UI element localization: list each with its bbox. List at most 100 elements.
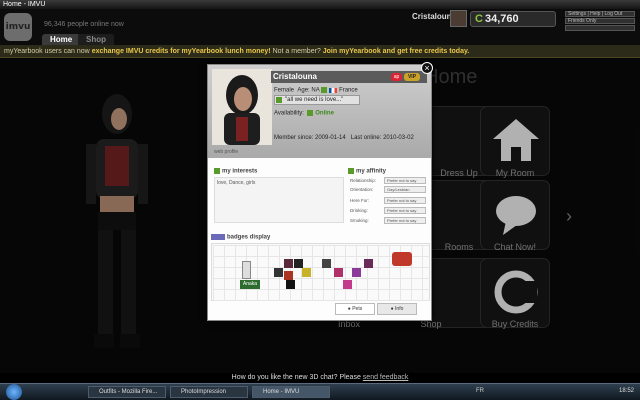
imvu-logo[interactable]: imvu bbox=[4, 13, 32, 41]
badge-item[interactable] bbox=[274, 268, 283, 277]
affinity-label: Relationship: bbox=[350, 178, 377, 183]
affinity-label: Smoking: bbox=[350, 218, 369, 223]
badges-display: Anaka bbox=[211, 243, 430, 301]
credits-icon: C bbox=[475, 13, 483, 25]
credits-balance[interactable]: C 34,760 bbox=[470, 11, 556, 27]
badge-label: Anaka bbox=[240, 280, 260, 289]
interests-text: love, Dance, girls bbox=[217, 180, 256, 186]
help-link[interactable]: Help bbox=[590, 11, 600, 17]
start-button[interactable] bbox=[6, 384, 22, 400]
gender: Female bbox=[274, 87, 295, 94]
taskbar-item-photoimpression[interactable]: PhotoImpression bbox=[170, 386, 248, 398]
tab-pets-label: Pets bbox=[352, 306, 363, 312]
affinity-heading: my affinity bbox=[348, 168, 386, 175]
profile-header: Cristalouna ap VIP Female Age: NA France… bbox=[208, 65, 431, 158]
badges-heading: badges display bbox=[211, 234, 270, 241]
age: Age: NA bbox=[297, 87, 320, 94]
interests-box: love, Dance, girls bbox=[214, 177, 344, 223]
affinity-select[interactable]: Prefer not to say bbox=[384, 177, 426, 184]
affinity-label: Orientation: bbox=[350, 187, 374, 192]
web-profile-link[interactable]: web profile bbox=[214, 149, 238, 155]
affinity-row: Drinking: Prefer not to say bbox=[350, 207, 430, 215]
badges-icon bbox=[211, 234, 225, 240]
interests-heading: my interests bbox=[214, 168, 257, 175]
badge-item[interactable] bbox=[334, 268, 343, 277]
badge-item[interactable] bbox=[284, 271, 293, 280]
promo-text-1: myYearbook users can now bbox=[4, 48, 92, 55]
promo-text-2: Not a member? bbox=[270, 48, 323, 55]
window-titlebar: Home - IMVU bbox=[0, 0, 640, 9]
header-menu-button[interactable]: Settings | Help | Log Out bbox=[565, 11, 635, 17]
tab-info[interactable]: ● Info bbox=[377, 303, 417, 315]
logout-link[interactable]: Log Out bbox=[605, 11, 623, 17]
pencil-icon bbox=[276, 97, 282, 103]
availability-label: Availability: bbox=[274, 110, 304, 117]
language-indicator[interactable]: FR bbox=[476, 388, 484, 394]
promo-link-join[interactable]: Join myYearbook and get free credits tod… bbox=[323, 48, 470, 55]
interests-title: my interests bbox=[222, 168, 258, 175]
header-extra-bar[interactable] bbox=[565, 25, 635, 31]
member-dates: Member since: 2009-01-14 Last online: 20… bbox=[274, 135, 414, 141]
profile-details: Female Age: NA France bbox=[274, 87, 358, 94]
window-title: Home - IMVU bbox=[3, 1, 46, 8]
affinity-icon bbox=[348, 168, 354, 174]
avatar-thumbnail[interactable] bbox=[450, 10, 467, 27]
interests-icon bbox=[214, 168, 220, 174]
badge-item[interactable] bbox=[242, 261, 251, 279]
credits-value: 34,760 bbox=[484, 13, 519, 25]
heart-badge-icon[interactable] bbox=[392, 252, 412, 266]
affinity-row: Smoking: Prefer not to say bbox=[350, 217, 430, 225]
tab-info-label: Info bbox=[395, 306, 404, 312]
promo-banner: myYearbook users can now exchange IMVU c… bbox=[0, 45, 640, 58]
badge-item[interactable] bbox=[343, 280, 352, 289]
tab-home[interactable]: Home bbox=[42, 34, 81, 45]
app-header: imvu 96,346 people online now Home Shop … bbox=[0, 9, 640, 45]
affinity-select[interactable]: Prefer not to say bbox=[384, 217, 426, 224]
online-count: 96,346 people online now bbox=[44, 21, 124, 28]
tagline-field[interactable]: "all we need is love..." bbox=[274, 95, 360, 105]
send-feedback-link[interactable]: send feedback bbox=[363, 374, 409, 381]
badge-item[interactable] bbox=[352, 268, 361, 277]
member-since: Member since: 2009-01-14 bbox=[274, 135, 346, 141]
paw-icon: ● bbox=[347, 306, 351, 312]
edit-icon[interactable] bbox=[321, 87, 328, 93]
promo-link-exchange[interactable]: exchange IMVU credits for myYearbook lun… bbox=[92, 48, 271, 55]
friends-only-toggle[interactable]: Friends Only bbox=[565, 18, 635, 24]
windows-taskbar: Outfits - Mozilla Fire... PhotoImpressio… bbox=[0, 383, 640, 400]
profile-card: Cristalouna ap VIP Female Age: NA France… bbox=[207, 62, 433, 321]
tab-pets[interactable]: ● Pets bbox=[335, 303, 375, 315]
affinity-select[interactable]: Prefer not to say bbox=[384, 197, 426, 204]
affinity-row: Here For: Prefer not to say bbox=[350, 197, 430, 205]
ap-badge: ap bbox=[391, 73, 402, 81]
affinity-title: my affinity bbox=[356, 168, 387, 175]
vip-badge: VIP bbox=[404, 73, 420, 81]
feedback-bar: How do you like the new 3D chat? Please … bbox=[0, 373, 640, 383]
badge-item[interactable] bbox=[294, 259, 303, 268]
badge-item[interactable] bbox=[286, 280, 295, 289]
badge-item[interactable] bbox=[302, 268, 311, 277]
checkmark-icon bbox=[307, 110, 314, 116]
badge-item[interactable] bbox=[364, 259, 373, 268]
france-flag-icon bbox=[329, 87, 338, 93]
availability: Availability: Online bbox=[274, 110, 334, 117]
tab-shop[interactable]: Shop bbox=[78, 34, 114, 45]
country: France bbox=[339, 87, 358, 94]
system-clock[interactable]: 18:52 bbox=[619, 388, 634, 394]
affinity-label: Here For: bbox=[350, 198, 370, 203]
close-icon[interactable]: × bbox=[421, 62, 433, 74]
tagline-text: "all we need is love..." bbox=[285, 97, 344, 103]
badge-item[interactable] bbox=[322, 259, 331, 268]
last-online: Last online: 2010-03-02 bbox=[350, 135, 414, 141]
affinity-label: Drinking: bbox=[350, 208, 368, 213]
taskbar-item-firefox[interactable]: Outfits - Mozilla Fire... bbox=[88, 386, 166, 398]
taskbar-item-imvu[interactable]: Home - IMVU bbox=[252, 386, 330, 398]
badge-item[interactable] bbox=[284, 259, 293, 268]
affinity-row: Relationship: Prefer not to say bbox=[350, 177, 430, 185]
feedback-text: How do you like the new 3D chat? Please bbox=[231, 374, 363, 381]
profile-picture[interactable] bbox=[212, 69, 272, 145]
info-icon: ● bbox=[390, 306, 394, 312]
affinity-select[interactable]: Prefer not to say bbox=[384, 207, 426, 214]
settings-link[interactable]: Settings bbox=[568, 11, 586, 17]
availability-value: Online bbox=[315, 110, 334, 117]
affinity-select[interactable]: Gay/Lesbian bbox=[384, 186, 426, 193]
